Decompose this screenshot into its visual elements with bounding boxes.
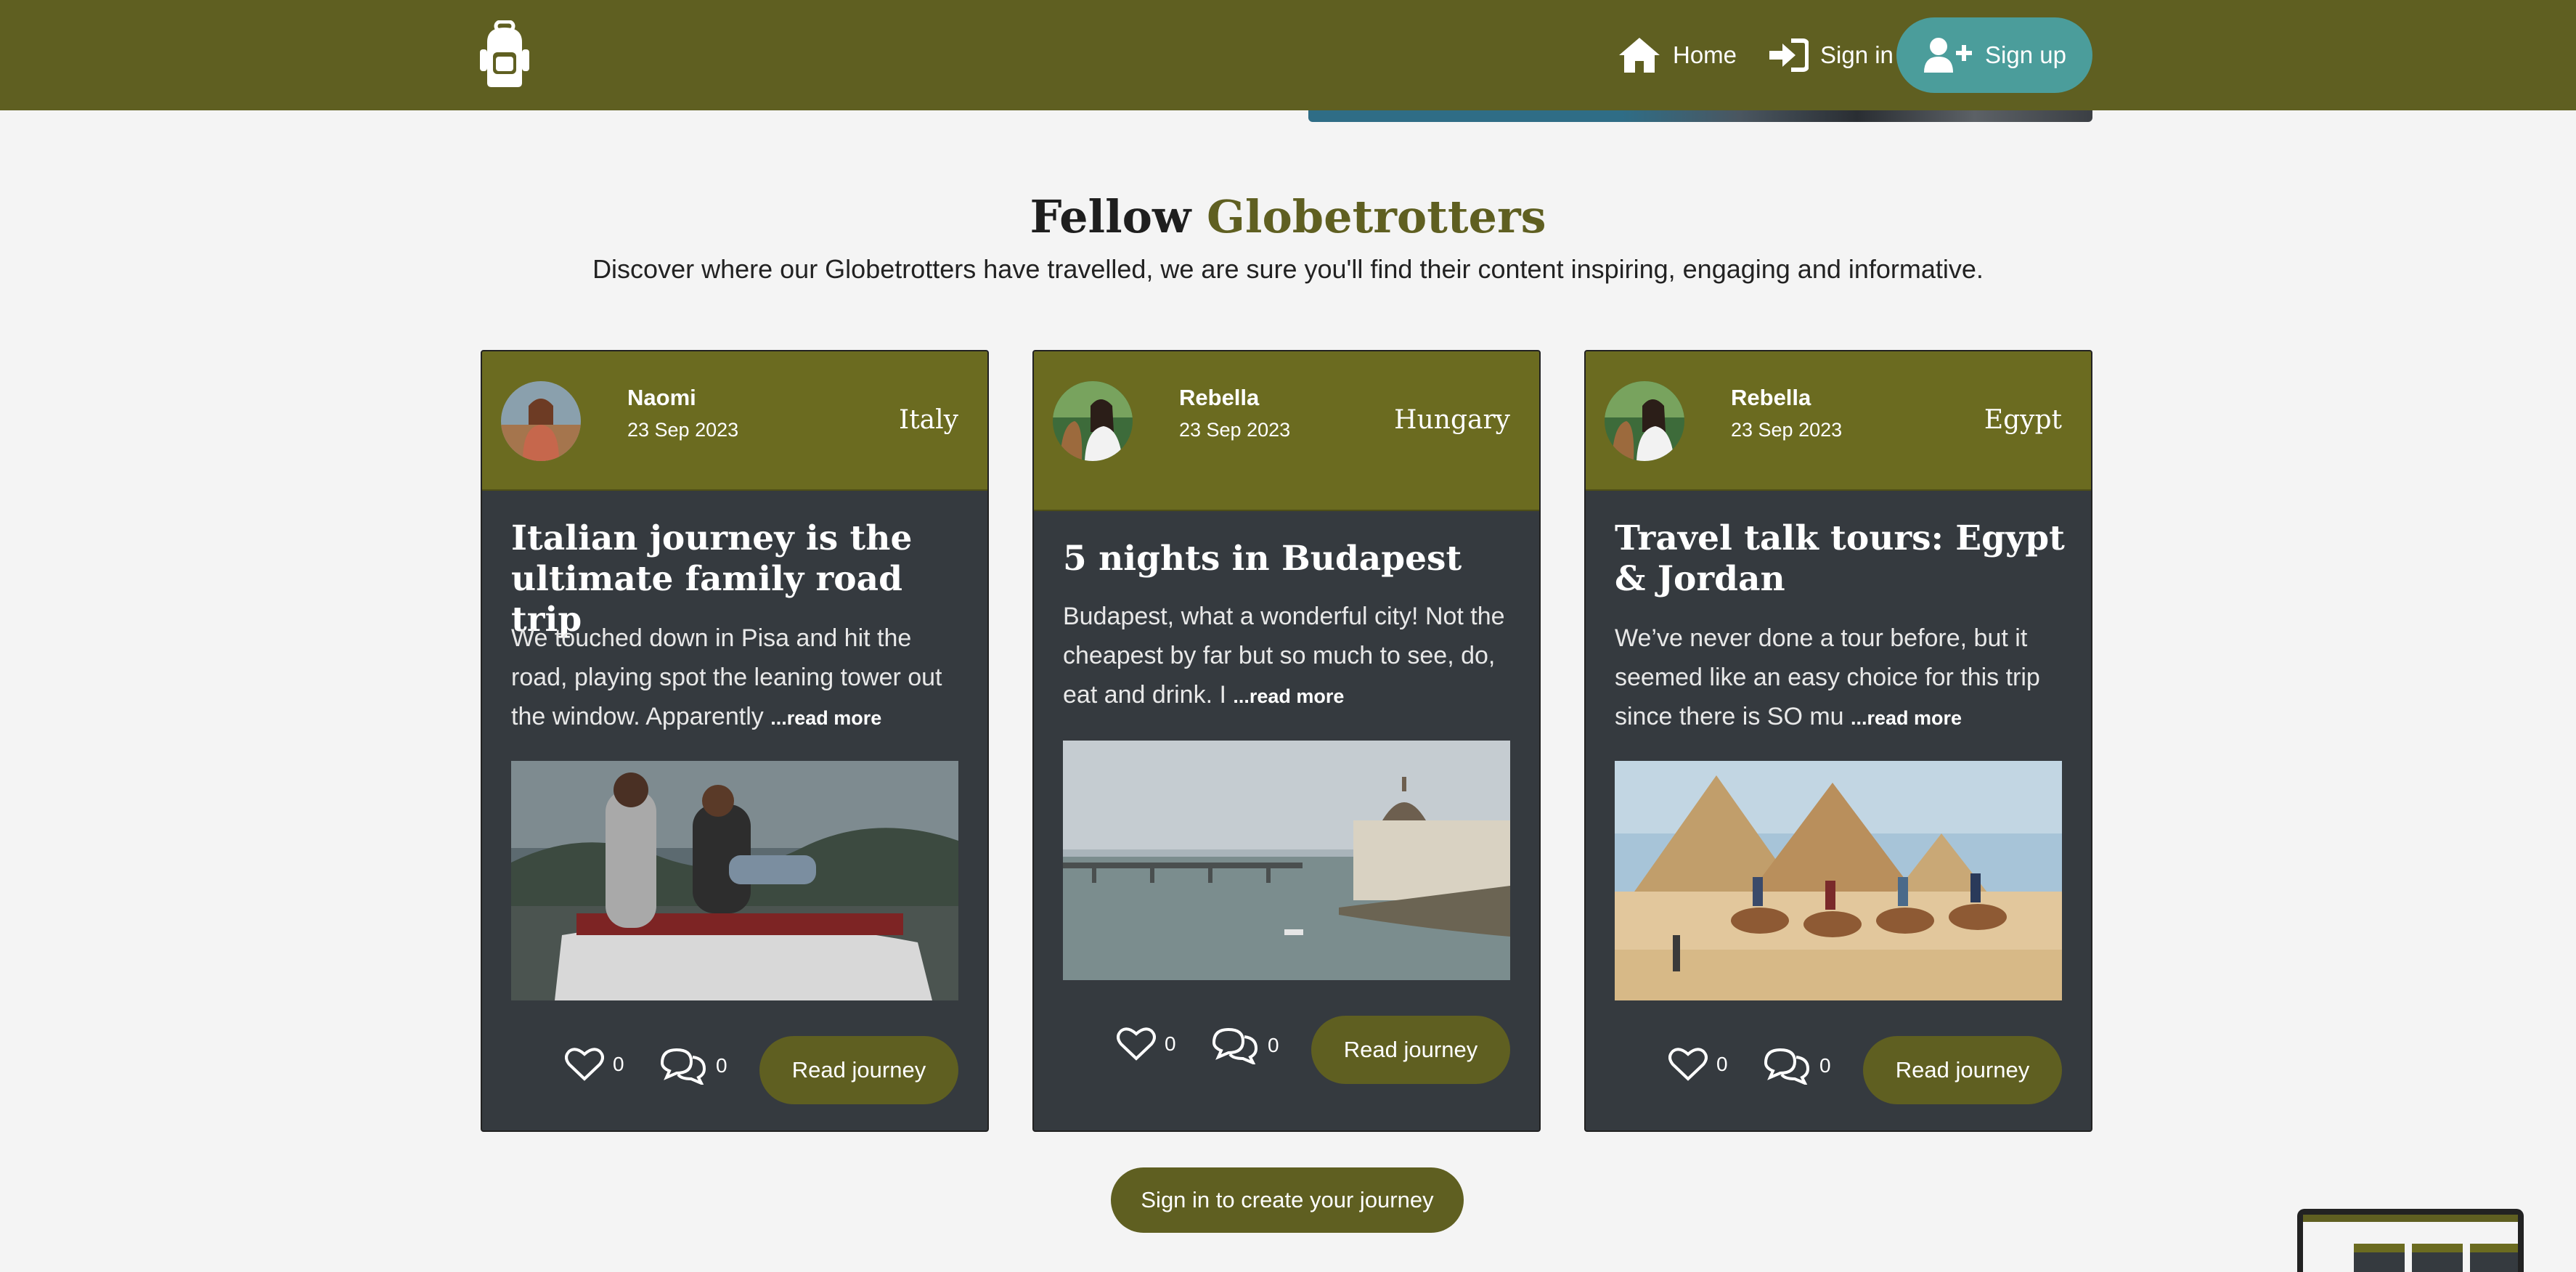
- like-button[interactable]: 0: [1117, 1027, 1176, 1061]
- sign-in-icon: [1769, 38, 1809, 72]
- comment-button[interactable]: 0: [659, 1047, 727, 1085]
- read-journey-button[interactable]: Read journey: [759, 1036, 958, 1104]
- comment-count: 0: [1268, 1034, 1279, 1056]
- like-count: 0: [1165, 1032, 1176, 1055]
- read-more-link[interactable]: ...read more: [770, 707, 881, 729]
- card-header: Rebella 23 Sep 2023 Egypt: [1586, 351, 2091, 491]
- add-user-icon: [1924, 38, 1973, 73]
- signup-label: Sign up: [1985, 41, 2066, 68]
- card-excerpt: Budapest, what a wonderful city! Not the…: [1063, 597, 1520, 716]
- hero-image-edge: [1308, 110, 2092, 122]
- backpack-icon[interactable]: [477, 20, 532, 90]
- like-count: 0: [613, 1053, 624, 1075]
- nav-home-label: Home: [1673, 41, 1737, 68]
- card-image: [511, 761, 958, 1000]
- card-date: 23 Sep 2023: [1731, 419, 1843, 441]
- card-header: Naomi 23 Sep 2023 Italy: [482, 351, 987, 491]
- card-header: Rebella 23 Sep 2023 Hungary: [1034, 351, 1539, 511]
- heart-icon: [1117, 1027, 1156, 1061]
- card-excerpt-text: We’ve never done a tour before, but it s…: [1615, 624, 2040, 730]
- card-country: Italy: [898, 405, 958, 435]
- card-country: Hungary: [1394, 405, 1510, 435]
- section-title-accent: Globetrotters: [1206, 190, 1546, 243]
- nav-signin-label: Sign in: [1820, 41, 1894, 68]
- card-date: 23 Sep 2023: [627, 419, 739, 441]
- heart-icon: [565, 1048, 604, 1081]
- read-journey-button[interactable]: Read journey: [1863, 1036, 2062, 1104]
- like-count: 0: [1716, 1053, 1728, 1075]
- nav-home-link[interactable]: Home: [1618, 32, 1737, 78]
- navbar: Home Sign in Sign up: [0, 0, 2576, 110]
- card-author: Naomi: [627, 385, 696, 410]
- nav-signin-link[interactable]: Sign in: [1768, 32, 1894, 78]
- comment-button[interactable]: 0: [1763, 1047, 1831, 1085]
- card-excerpt: We’ve never done a tour before, but it s…: [1615, 619, 2072, 738]
- like-button[interactable]: 0: [1668, 1047, 1728, 1082]
- journey-card: Rebella 23 Sep 2023 Hungary 5 nights in …: [1032, 350, 1541, 1132]
- comments-icon: [1212, 1027, 1258, 1064]
- heart-icon: [1668, 1048, 1708, 1081]
- avatar[interactable]: [1605, 381, 1684, 461]
- signup-button[interactable]: Sign up: [1896, 17, 2092, 93]
- card-author: Rebella: [1179, 385, 1260, 410]
- create-journey-button[interactable]: Sign in to create your journey: [1111, 1167, 1464, 1233]
- card-date: 23 Sep 2023: [1179, 419, 1291, 441]
- like-button[interactable]: 0: [565, 1047, 624, 1082]
- section-title: Fellow Globetrotters: [0, 190, 2576, 243]
- comment-count: 0: [716, 1054, 727, 1077]
- card-excerpt: We touched down in Pisa and hit the road…: [511, 619, 969, 738]
- comment-count: 0: [1819, 1054, 1831, 1077]
- comments-icon: [660, 1048, 706, 1085]
- card-image: [1063, 741, 1510, 980]
- card-author: Rebella: [1731, 385, 1811, 410]
- comments-icon: [1764, 1048, 1810, 1085]
- comment-button[interactable]: 0: [1211, 1027, 1279, 1064]
- avatar[interactable]: [501, 381, 581, 461]
- read-more-link[interactable]: ...read more: [1233, 685, 1344, 707]
- card-image: [1615, 761, 2062, 1000]
- read-more-link[interactable]: ...read more: [1851, 707, 1962, 729]
- card-title[interactable]: 5 nights in Budapest: [1063, 539, 1513, 579]
- avatar[interactable]: [1053, 381, 1133, 461]
- card-country: Egypt: [1984, 405, 2062, 435]
- home-icon: [1619, 38, 1660, 73]
- read-journey-button[interactable]: Read journey: [1311, 1016, 1510, 1084]
- journey-card: Rebella 23 Sep 2023 Egypt Travel talk to…: [1584, 350, 2092, 1132]
- section-title-main: Fellow: [1030, 190, 1191, 243]
- card-title[interactable]: Travel talk tours: Egypt & Jordan: [1615, 518, 2065, 600]
- page-preview-thumbnail: [2297, 1209, 2524, 1272]
- section-subtitle: Discover where our Globetrotters have tr…: [592, 254, 1984, 284]
- journey-card: Naomi 23 Sep 2023 Italy Italian journey …: [481, 350, 989, 1132]
